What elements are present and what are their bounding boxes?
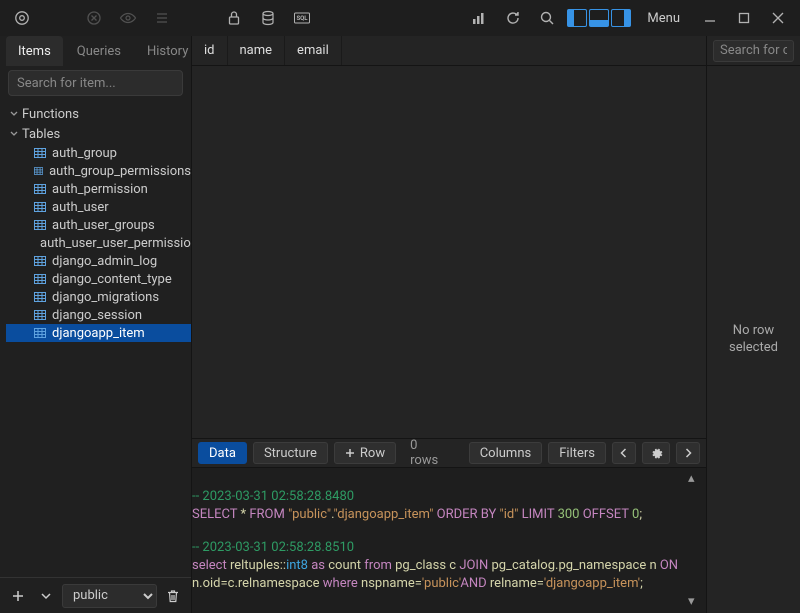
table-name: auth_user_groups [52,218,155,233]
sidebar-tabs: Items Queries History [0,36,191,66]
maximize-icon[interactable] [730,4,758,32]
table-name: auth_permission [52,182,148,197]
table-row[interactable]: auth_user_user_permissions [6,234,191,252]
sql-icon[interactable]: SQL [288,4,316,32]
inspector-search [707,36,800,66]
table-name: django_session [52,308,142,323]
minimize-icon[interactable] [696,4,724,32]
table-name: auth_user [52,200,109,215]
prev-button[interactable] [612,442,636,464]
panel-bottom-icon[interactable] [589,9,609,27]
db-connection-icon[interactable] [8,4,36,32]
column-name[interactable]: name [228,36,286,65]
inspector-message: No row selected [707,66,800,613]
close-icon[interactable] [764,4,792,32]
grid-body[interactable] [192,66,706,438]
table-row[interactable]: auth_group [6,144,191,162]
close-circle-icon[interactable] [80,4,108,32]
table-row[interactable]: django_content_type [6,270,191,288]
table-name: auth_user_user_permissions [40,236,191,251]
table-row[interactable]: djangoapp_item [6,324,191,342]
table-row[interactable]: django_admin_log [6,252,191,270]
search-icon[interactable] [533,4,561,32]
search-input[interactable] [8,70,183,96]
group-tables[interactable]: Tables [6,124,191,144]
row-count: 0 rows [402,438,457,468]
group-label: Tables [22,127,60,142]
inspector-panel: No row selected [706,36,800,613]
sidebar: Items Queries History Functions Tables a… [0,36,192,613]
chevron-down-icon[interactable] [34,584,58,608]
tables-list: auth_group auth_group_permissions auth_per… [6,144,191,342]
chart-icon[interactable] [465,4,493,32]
schema-select[interactable]: public [62,584,157,608]
add-row-button[interactable]: Row [334,442,396,464]
gear-icon[interactable] [642,442,670,464]
column-id[interactable]: id [192,36,228,65]
add-row-label: Row [360,446,385,461]
columns-button[interactable]: Columns [469,442,543,464]
menu-button[interactable]: Menu [637,5,690,31]
object-tree: Functions Tables auth_group auth_group_pe… [0,100,191,577]
table-row[interactable]: auth_group_permissions [6,162,191,180]
main-area: Items Queries History Functions Tables a… [0,36,800,613]
scroll-up-icon[interactable]: ▴ [688,470,702,488]
group-functions[interactable]: Functions [6,104,191,124]
table-row[interactable]: django_migrations [6,288,191,306]
console-ts2: -- 2023-03-31 02:58:28.8510 [192,540,354,555]
table-name: auth_group [52,146,117,161]
column-email[interactable]: email [285,36,342,65]
group-label: Functions [22,107,79,122]
next-button[interactable] [676,442,700,464]
add-button[interactable] [6,584,30,608]
scroll-down-icon[interactable]: ▾ [688,593,702,611]
column-search-input[interactable] [713,40,794,62]
app-root: SQL Menu It [0,0,800,613]
sql-console[interactable]: ▴-- 2023-03-31 02:58:28.8480 SELECT * FR… [192,468,706,613]
table-row[interactable]: auth_user [6,198,191,216]
view-data-button[interactable]: Data [198,442,247,464]
lock-icon[interactable] [220,4,248,32]
eye-icon[interactable] [114,4,142,32]
table-name: django_migrations [52,290,159,305]
panel-right-icon[interactable] [611,9,631,27]
table-row[interactable]: auth_user_groups [6,216,191,234]
no-row-line1: No row [729,323,778,340]
database-icon[interactable] [254,4,282,32]
trash-icon[interactable] [161,584,185,608]
status-bar: Data Structure Row 0 rows Columns Filter… [192,438,706,468]
content-area: id name email Data Structure Row 0 rows … [192,36,706,613]
table-row[interactable]: auth_permission [6,180,191,198]
table-name: djangoapp_item [52,326,145,341]
tab-queries[interactable]: Queries [65,36,133,66]
no-row-line2: selected [729,340,778,357]
refresh-icon[interactable] [499,4,527,32]
table-row[interactable]: django_session [6,306,191,324]
table-name: django_content_type [52,272,172,287]
sidebar-search [8,70,183,96]
top-toolbar: SQL Menu [0,0,800,36]
view-structure-button[interactable]: Structure [253,442,328,464]
layout-panels [567,9,631,27]
panel-left-icon[interactable] [567,9,587,27]
list-icon[interactable] [148,4,176,32]
console-ts1: -- 2023-03-31 02:58:28.8480 [192,489,354,504]
tab-history[interactable]: History [135,36,200,66]
filters-button[interactable]: Filters [548,442,606,464]
table-name: django_admin_log [52,254,157,269]
tab-items[interactable]: Items [6,36,63,66]
table-name: auth_group_permissions [49,164,191,179]
sidebar-footer: public [0,577,191,613]
grid-header: id name email [192,36,706,66]
